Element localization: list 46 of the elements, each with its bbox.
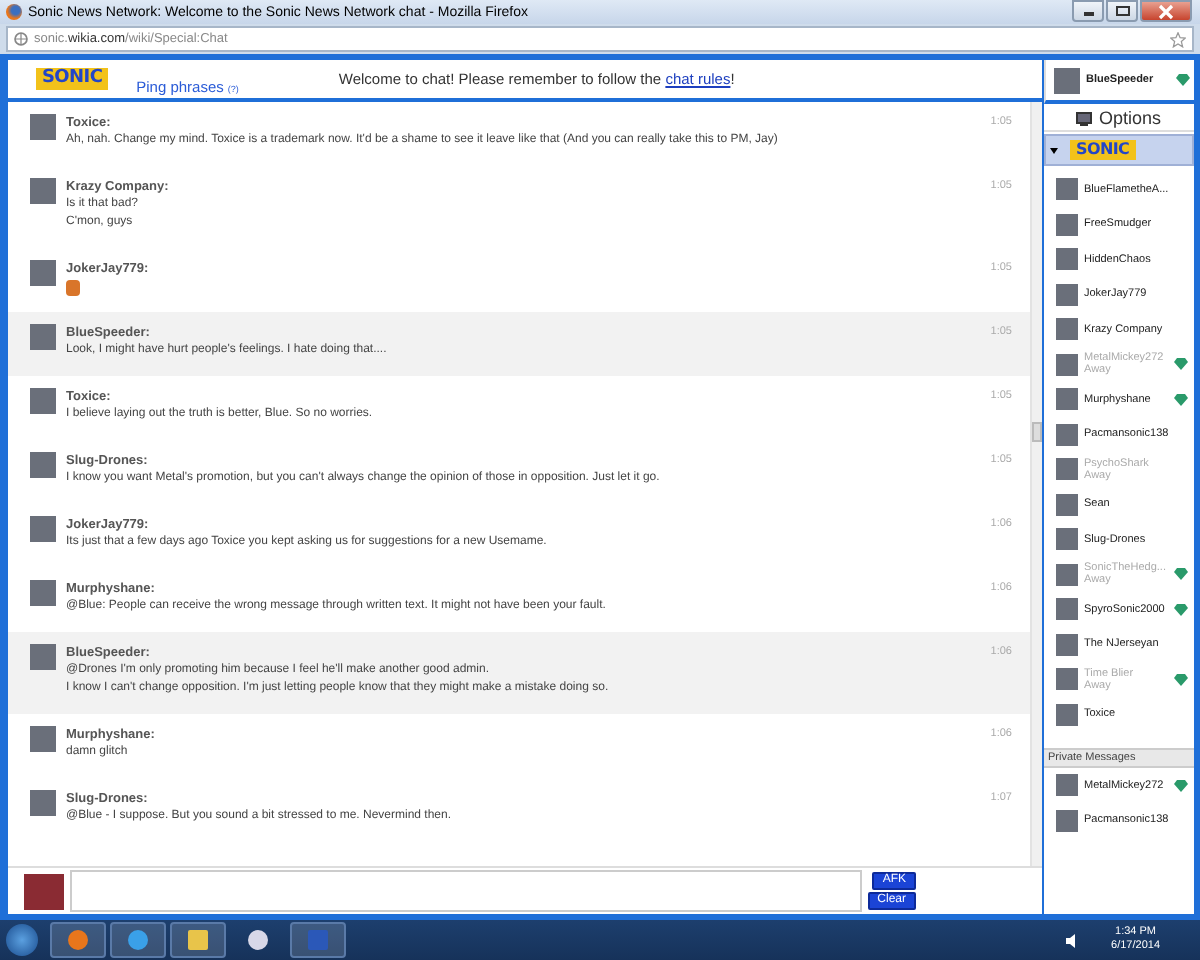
avatar	[1056, 213, 1078, 236]
avatar	[30, 324, 56, 350]
avatar	[1056, 423, 1078, 446]
avatar	[1056, 493, 1078, 516]
scrollbar[interactable]	[1030, 102, 1042, 866]
minimize-button[interactable]	[1072, 0, 1104, 22]
caret-icon	[1050, 147, 1058, 153]
wiki-room-header[interactable]: SONIC	[1044, 134, 1194, 166]
avatar	[1056, 248, 1078, 271]
avatar	[30, 644, 56, 670]
avatar	[1056, 353, 1078, 376]
sonic-logo: SONIC	[36, 68, 109, 90]
avatar	[1056, 178, 1078, 201]
avatar	[1056, 388, 1078, 411]
avatar	[1054, 67, 1080, 93]
avatar	[30, 790, 56, 816]
avatar	[30, 260, 56, 286]
close-button[interactable]	[1140, 0, 1192, 22]
avatar	[30, 580, 56, 606]
maximize-button[interactable]	[1106, 0, 1138, 22]
avatar	[1056, 318, 1078, 341]
avatar	[1056, 809, 1078, 832]
start-button[interactable]	[6, 924, 38, 956]
avatar	[1056, 598, 1078, 621]
sonic-logo: SONIC	[1070, 140, 1136, 160]
avatar	[1056, 668, 1078, 691]
close-icon	[1158, 3, 1174, 19]
avatar	[30, 114, 56, 140]
avatar	[1056, 283, 1078, 306]
speaker-icon[interactable]	[1065, 933, 1080, 947]
avatar	[1056, 528, 1078, 551]
monitor-icon	[1076, 111, 1093, 125]
avatar	[1056, 458, 1078, 481]
avatar	[30, 452, 56, 478]
options-button[interactable]: Options	[1044, 106, 1194, 132]
avatar	[24, 873, 64, 909]
message-input[interactable]	[70, 870, 862, 912]
avatar	[30, 726, 56, 752]
avatar	[1056, 563, 1078, 586]
avatar	[30, 178, 56, 204]
avatar	[1056, 633, 1078, 656]
avatar	[30, 388, 56, 414]
avatar	[1056, 703, 1078, 726]
avatar	[30, 516, 56, 542]
avatar	[1056, 774, 1078, 797]
star-icon[interactable]	[1170, 31, 1186, 47]
